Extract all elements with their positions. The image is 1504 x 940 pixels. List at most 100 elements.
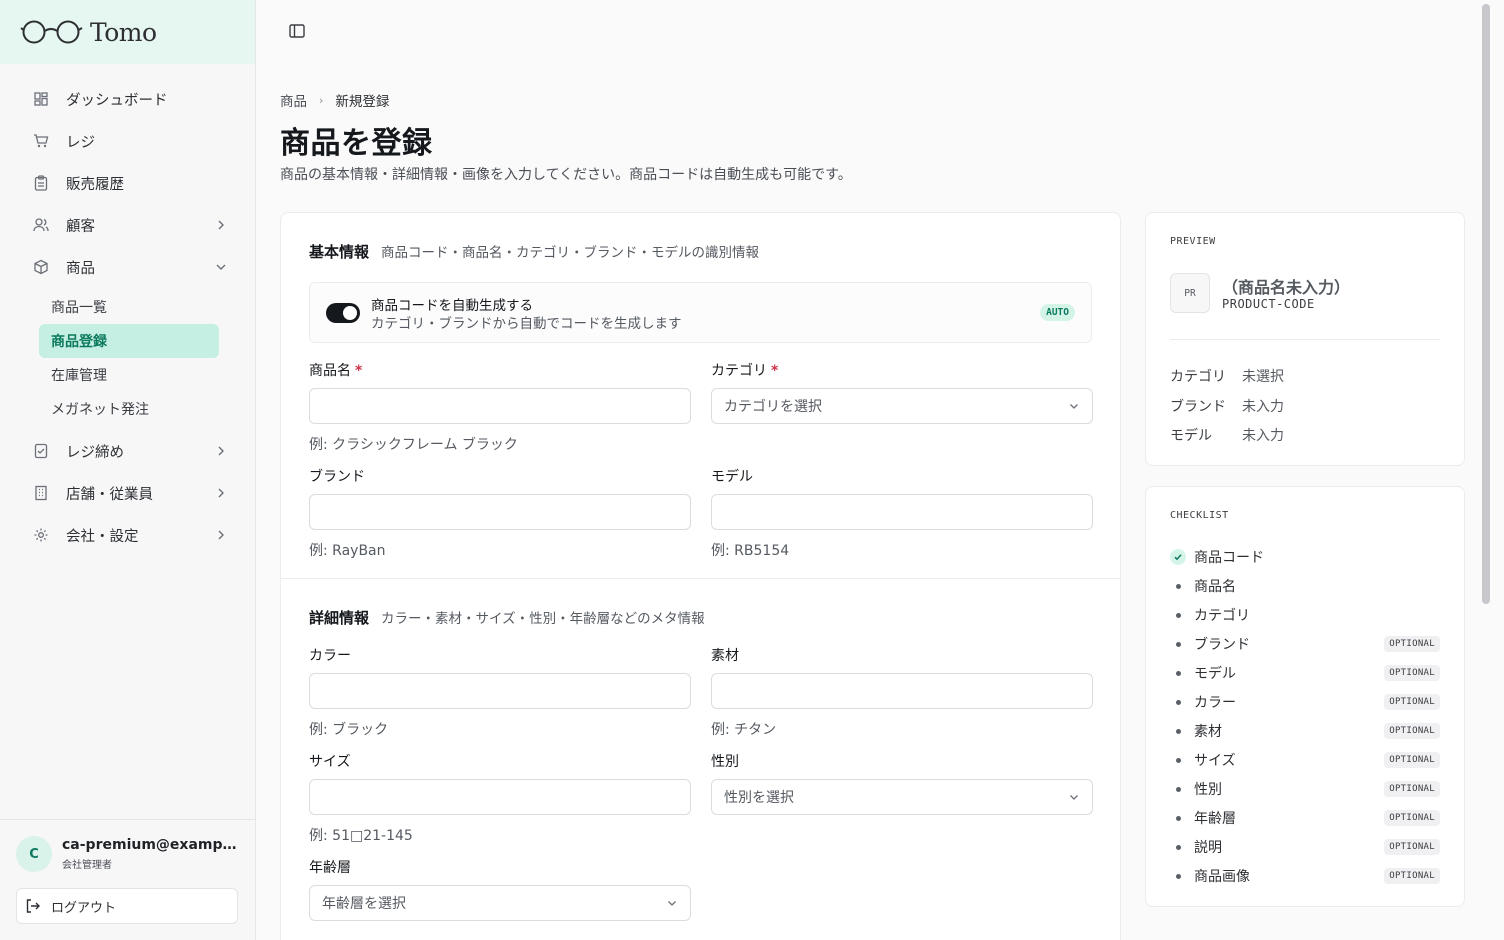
material-input[interactable] bbox=[711, 673, 1093, 709]
sidebar-toggle-icon[interactable] bbox=[288, 22, 308, 42]
field-hint: 例: 51□21-145 bbox=[309, 828, 413, 844]
chevron-right-icon bbox=[215, 529, 227, 541]
sidebar-item-products[interactable]: 商品 bbox=[0, 246, 255, 288]
auto-code-title: 商品コードを自動生成する bbox=[371, 298, 533, 314]
field-label: 年齢層 bbox=[309, 860, 351, 876]
preview-value: 未入力 bbox=[1242, 428, 1284, 444]
size-text[interactable] bbox=[322, 789, 678, 805]
checklist-item: 素材 OPTIONAL bbox=[1170, 721, 1440, 741]
scrollbar[interactable] bbox=[1482, 4, 1490, 604]
field-hint: 例: RB5154 bbox=[711, 543, 790, 559]
preview-label: PREVIEW bbox=[1170, 236, 1216, 247]
field-label: ブランド bbox=[309, 469, 365, 485]
auto-code-toggle[interactable] bbox=[326, 303, 360, 323]
preview-key: モデル bbox=[1170, 428, 1212, 444]
field-label: 商品名 bbox=[309, 363, 351, 379]
sidebar-subitem-meganet-order[interactable]: メガネット発注 bbox=[39, 392, 219, 426]
avatar: C bbox=[16, 836, 52, 872]
preview-key: カテゴリ bbox=[1170, 369, 1226, 385]
auto-code-subtitle: カテゴリ・ブランドから自動でコードを生成します bbox=[371, 316, 682, 332]
checklist-item-label: モデル bbox=[1194, 666, 1236, 682]
sidebar-item-dashboard[interactable]: ダッシュボード bbox=[0, 78, 255, 120]
check-icon bbox=[1170, 549, 1186, 565]
size-field: サイズ 例: 51□21-145 bbox=[309, 751, 691, 845]
brand-field: ブランド 例: RayBan bbox=[309, 466, 691, 560]
size-input[interactable] bbox=[309, 779, 691, 815]
preview-key: ブランド bbox=[1170, 399, 1226, 415]
breadcrumb-parent[interactable]: 商品 bbox=[280, 90, 307, 110]
checklist-item-label: サイズ bbox=[1194, 753, 1236, 769]
preview-product-code: PRODUCT-CODE bbox=[1222, 297, 1315, 311]
material-text[interactable] bbox=[724, 683, 1080, 699]
optional-badge: OPTIONAL bbox=[1384, 839, 1440, 855]
checklist-item: 説明 OPTIONAL bbox=[1170, 837, 1440, 857]
checklist-item-label: ブランド bbox=[1194, 637, 1250, 653]
section-title: 詳細情報 bbox=[309, 609, 370, 627]
bullet-icon bbox=[1170, 694, 1186, 710]
gender-field: 性別 性別を選択 bbox=[711, 751, 1093, 815]
dashboard-icon bbox=[32, 90, 50, 108]
color-text[interactable] bbox=[322, 683, 678, 699]
sidebar-item-label: ダッシュボード bbox=[66, 92, 168, 109]
chevron-down-icon bbox=[1068, 791, 1080, 803]
brand-text[interactable] bbox=[322, 504, 678, 520]
glasses-logo-icon bbox=[20, 19, 86, 45]
checklist-item: ブランド OPTIONAL bbox=[1170, 634, 1440, 654]
category-select[interactable]: カテゴリを選択 bbox=[711, 388, 1093, 424]
page-description: 商品の基本情報・詳細情報・画像を入力してください。商品コードは自動生成も可能です… bbox=[280, 167, 852, 183]
bullet-icon bbox=[1170, 636, 1186, 652]
sidebar-subitem-product-list[interactable]: 商品一覧 bbox=[39, 290, 219, 324]
logout-button[interactable]: ログアウト bbox=[16, 888, 238, 924]
sidebar-item-label: 顧客 bbox=[66, 218, 95, 235]
logo[interactable]: Tomo bbox=[0, 0, 255, 64]
optional-badge: OPTIONAL bbox=[1384, 752, 1440, 768]
material-field: 素材 例: チタン bbox=[711, 645, 1093, 739]
optional-badge: OPTIONAL bbox=[1384, 665, 1440, 681]
checklist-item-label: 性別 bbox=[1194, 782, 1222, 798]
auto-code-panel: 商品コードを自動生成する カテゴリ・ブランドから自動でコードを生成します AUT… bbox=[309, 282, 1092, 343]
sidebar-item-label: 店舗・従業員 bbox=[66, 486, 153, 503]
preview-row: カテゴリ 未選択 bbox=[1170, 366, 1284, 386]
checklist-item: 商品名 bbox=[1170, 576, 1440, 596]
sidebar-subitem-inventory[interactable]: 在庫管理 bbox=[39, 358, 219, 392]
breadcrumb: 商品 › 新規登録 bbox=[280, 90, 389, 111]
field-hint: 例: チタン bbox=[711, 722, 777, 738]
age-field: 年齢層 年齢層を選択 bbox=[309, 857, 691, 921]
model-input[interactable] bbox=[711, 494, 1093, 530]
product-name-input[interactable] bbox=[309, 388, 691, 424]
cart-icon bbox=[32, 132, 50, 150]
product-name-field: 商品名 * 例: クラシックフレーム ブラック bbox=[309, 360, 691, 454]
gender-select[interactable]: 性別を選択 bbox=[711, 779, 1093, 815]
brand-input[interactable] bbox=[309, 494, 691, 530]
select-placeholder: 性別を選択 bbox=[724, 790, 794, 806]
sidebar-item-register-close[interactable]: レジ締め bbox=[0, 430, 255, 472]
main-content: 商品 › 新規登録 商品を登録 商品の基本情報・詳細情報・画像を入力してください… bbox=[256, 0, 1492, 940]
checklist-item: 性別 OPTIONAL bbox=[1170, 779, 1440, 799]
sidebar-item-register[interactable]: レジ bbox=[0, 120, 255, 162]
checklist-item-label: 商品コード bbox=[1194, 550, 1264, 566]
age-select[interactable]: 年齢層を選択 bbox=[309, 885, 691, 921]
sidebar-item-company-settings[interactable]: 会社・設定 bbox=[0, 514, 255, 556]
optional-badge: OPTIONAL bbox=[1384, 694, 1440, 710]
user-profile[interactable]: C ca-premium@example.com 会社管理者 bbox=[16, 836, 239, 872]
checklist-item-label: 説明 bbox=[1194, 840, 1222, 856]
optional-badge: OPTIONAL bbox=[1384, 868, 1440, 884]
checklist-item: カラー OPTIONAL bbox=[1170, 692, 1440, 712]
sidebar: Tomo ダッシュボード レジ 販売履歴 顧客 商品 商品一覧 商品登録 在庫管… bbox=[0, 0, 256, 940]
chevron-right-icon: › bbox=[319, 93, 324, 107]
product-name-text[interactable] bbox=[322, 398, 678, 414]
sidebar-item-customers[interactable]: 顧客 bbox=[0, 204, 255, 246]
preview-row: モデル 未入力 bbox=[1170, 425, 1284, 445]
field-label: モデル bbox=[711, 469, 753, 485]
detail-section-header: 詳細情報 カラー・素材・サイズ・性別・年齢層などのメタ情報 bbox=[309, 607, 705, 628]
field-hint: 例: ブラック bbox=[309, 722, 389, 738]
category-field: カテゴリ * カテゴリを選択 bbox=[711, 360, 1093, 424]
checklist-item: カテゴリ bbox=[1170, 605, 1440, 625]
checklist-card: CHECKLIST 商品コード 商品名 カテゴリ ブランド OPTIONAL モデル OPT… bbox=[1145, 486, 1465, 907]
sidebar-item-stores-staff[interactable]: 店舗・従業員 bbox=[0, 472, 255, 514]
sidebar-subitem-product-register[interactable]: 商品登録 bbox=[39, 324, 219, 358]
model-text[interactable] bbox=[724, 504, 1080, 520]
color-input[interactable] bbox=[309, 673, 691, 709]
sidebar-item-sales-history[interactable]: 販売履歴 bbox=[0, 162, 255, 204]
sidebar-item-label: 販売履歴 bbox=[66, 176, 124, 193]
